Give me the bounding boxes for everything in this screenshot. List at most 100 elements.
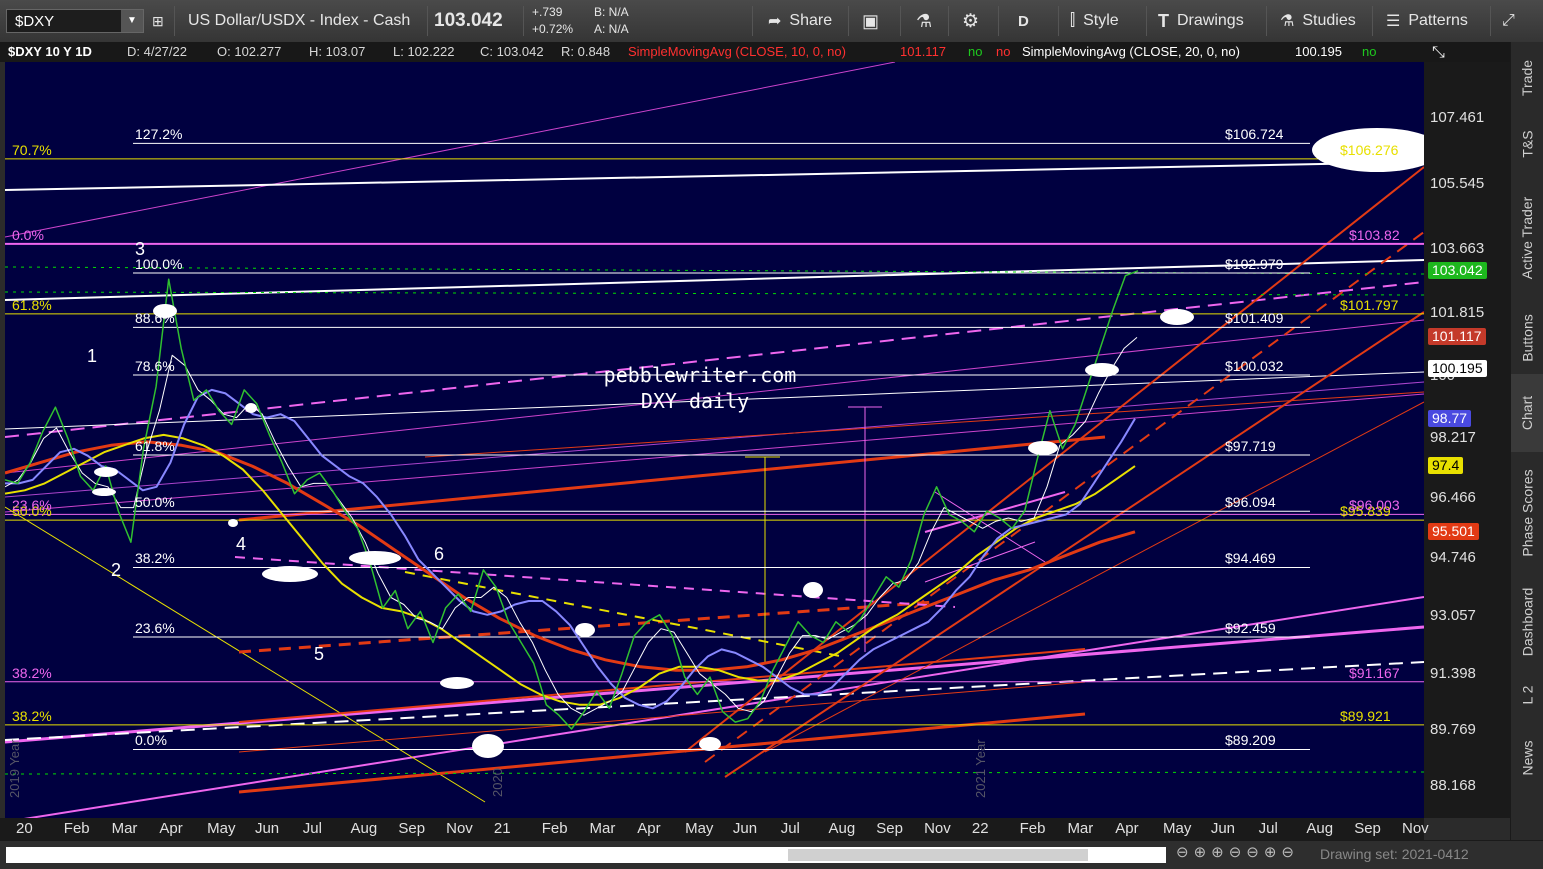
sidebar-tab-label: Trade: [1519, 59, 1536, 97]
sidebar-tab-label: News: [1519, 740, 1536, 776]
style-button[interactable]: ⫿ Style: [1070, 0, 1119, 42]
more-icon[interactable]: ⤢: [1502, 0, 1515, 42]
y-tick-label: 103.663: [1430, 240, 1485, 258]
period-button[interactable]: D: [1018, 0, 1029, 42]
price-line: [5, 270, 1139, 730]
marker-ellipse: [440, 677, 474, 689]
sidebar-tab-buttons[interactable]: Buttons: [1511, 302, 1543, 374]
marker-ellipse: [1085, 363, 1119, 377]
sma20-value: 100.195: [1295, 44, 1342, 59]
header-close: C: 103.042: [480, 44, 544, 59]
trend-line: [234, 556, 956, 608]
x-tick-label: May: [207, 820, 236, 837]
beaker-icon: ⚗: [1280, 13, 1295, 30]
scrollbar[interactable]: ⊖⊕⊕⊖⊖⊕⊖ Drawing set: 2021-0412: [0, 840, 1543, 869]
marker-ellipse: [262, 566, 318, 582]
x-tick-label: 20: [16, 820, 33, 837]
x-tick-label: 22: [971, 820, 989, 837]
scrollbar-thumb[interactable]: [788, 849, 1088, 861]
fib-pct-label: 88.6%: [135, 310, 175, 327]
x-axis: 20 Feb Mar Apr May Jun Jul Aug Sep Nov 21 Feb Mar Apr…: [0, 818, 1429, 840]
x-tick-label: Mar: [111, 820, 138, 837]
x-tick-label: Jul: [1258, 820, 1278, 837]
fib-price-label: $96.003: [1349, 497, 1400, 514]
sidebar-tab-trade[interactable]: Trade: [1511, 42, 1543, 114]
price-badge: 97.4: [1428, 457, 1464, 475]
x-tick-label: Nov: [1402, 820, 1429, 837]
x-tick-label: Jun: [732, 820, 758, 837]
trend-line: [23, 596, 1424, 818]
watermark-text: DXY daily: [641, 389, 749, 413]
wave-label: 6: [434, 544, 445, 564]
gear-icon[interactable]: ⚙: [962, 0, 979, 42]
sidebar-tab-t-s[interactable]: T&S: [1511, 114, 1543, 174]
x-tick-label: Aug: [350, 820, 378, 837]
sidebar-tab-label: T&S: [1519, 130, 1536, 158]
trend-line: [684, 166, 1424, 753]
header-high: H: 103.07: [309, 44, 366, 59]
price-badge: 98.77: [1428, 409, 1472, 427]
header-range: R: 0.848: [561, 44, 611, 59]
watermark-text: pebblewriter.com: [604, 363, 797, 387]
fib-pct-label: 127.2%: [135, 126, 183, 143]
wave-label: 5: [314, 644, 325, 664]
sidebar-tab-news[interactable]: News: [1511, 720, 1543, 796]
drawings-button[interactable]: T Drawings: [1158, 0, 1244, 42]
fib-price-label: $89.921: [1340, 707, 1391, 724]
fib-pct-label: 78.6%: [135, 357, 175, 374]
sidebar-tab-label: Active Trader: [1519, 196, 1536, 280]
trend-line: [238, 435, 1106, 522]
sidebar-tab-label: Chart: [1519, 395, 1536, 431]
patterns-button[interactable]: ☰ Patterns: [1386, 0, 1468, 42]
x-tick-label: Sep: [876, 820, 903, 837]
marker-ellipse: [92, 488, 116, 496]
symbol-description: US Dollar/USDX - Index - Cash: [188, 12, 411, 29]
sidebar-tab-dashboard[interactable]: Dashboard: [1511, 574, 1543, 670]
sidebar-tab-l-2[interactable]: L 2: [1511, 670, 1543, 720]
notebook-icon[interactable]: ▣: [862, 0, 879, 42]
x-tick-label: Nov: [446, 820, 473, 837]
expand-icon[interactable]: ⤡: [1432, 44, 1445, 62]
x-tick-label: Jun: [254, 820, 280, 837]
x-tick-label: May: [685, 820, 714, 837]
sidebar-tab-phase-scores[interactable]: Phase Scores: [1511, 452, 1543, 574]
fib-price-label: $103.82: [1349, 226, 1400, 243]
x-tick-label: Feb: [541, 820, 568, 837]
share-button[interactable]: ➦ Share: [768, 0, 832, 42]
price-badge: 95.501: [1428, 522, 1479, 540]
y-tick-label: 107.461: [1430, 108, 1485, 126]
x-tick-label: Nov: [924, 820, 951, 837]
chart-plot-area[interactable]: pebblewriter.com DXY daily 2019 Year 2020 20…: [5, 62, 1424, 818]
year-label: 2019 Year: [7, 739, 22, 798]
sidebar-tab-active-trader[interactable]: Active Trader: [1511, 174, 1543, 302]
fib-price-label: $91.167: [1349, 664, 1400, 681]
marker-ellipse: [349, 551, 401, 565]
trend-line: [238, 712, 1086, 794]
fib-price-label: $101.409: [1225, 310, 1284, 327]
fib-price-label: $97.719: [1225, 438, 1276, 455]
x-tick-label: Apr: [1115, 820, 1139, 837]
sidebar-tab-label: Buttons: [1519, 314, 1536, 362]
sidebar-tab-chart[interactable]: Chart: [1511, 374, 1543, 452]
bid: B: N/A: [594, 5, 629, 19]
fib-price-label: $89.209: [1225, 732, 1276, 749]
year-label: 2020: [490, 768, 505, 797]
header-low: L: 102.222: [393, 44, 455, 59]
studies-button[interactable]: ⚗ Studies: [1280, 0, 1356, 42]
fib-price-label: $102.979: [1225, 256, 1284, 272]
marker-ellipse: [472, 734, 504, 758]
sma10-value: 101.117: [900, 44, 947, 59]
link-icon[interactable]: ⊞: [152, 0, 164, 42]
x-tick-label: Mar: [1067, 820, 1094, 837]
symbol-selector[interactable]: $DXY ▼: [6, 9, 144, 33]
zoom-controls[interactable]: ⊖⊕⊕⊖⊖⊕⊖: [1176, 843, 1299, 861]
marker-ellipse: [245, 403, 257, 413]
trend-line: [764, 401, 1424, 753]
flask-icon[interactable]: ⚗: [916, 0, 932, 42]
trend-line: [238, 648, 1086, 723]
x-tick-label: Apr: [637, 820, 661, 837]
x-tick-label: Aug: [1306, 820, 1334, 837]
chevron-down-icon[interactable]: ▼: [121, 10, 143, 32]
fib-pct-label: 38.2%: [135, 550, 175, 567]
fib-price-label: $96.094: [1225, 494, 1276, 511]
